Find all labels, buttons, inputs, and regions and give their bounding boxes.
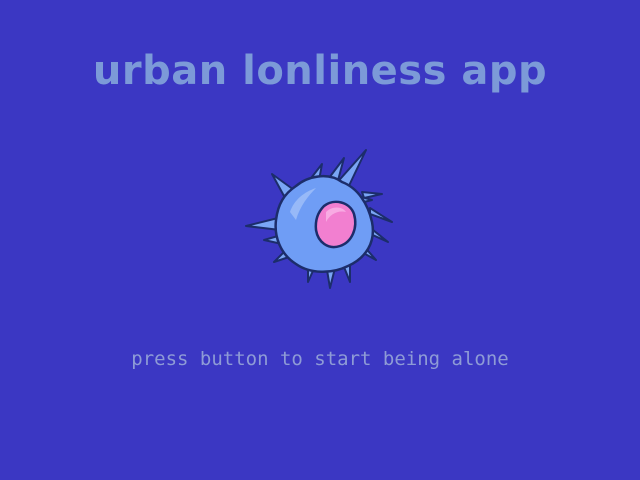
app-title: urban lonliness app [92,48,548,94]
app-screen: urban lonliness app press button to star… [0,0,640,480]
start-hint-text: press button to start being alone [131,348,509,370]
cell-creature-icon [245,149,393,289]
